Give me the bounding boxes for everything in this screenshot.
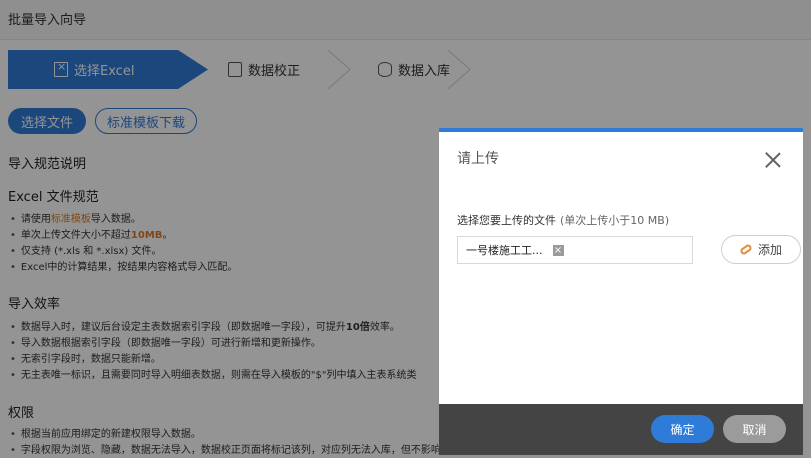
- confirm-button[interactable]: 确定: [651, 415, 714, 443]
- cancel-button[interactable]: 取消: [723, 415, 786, 443]
- add-file-button[interactable]: 添加: [721, 235, 801, 264]
- dialog-footer: 确定 取消: [439, 404, 803, 455]
- close-icon[interactable]: [763, 150, 783, 170]
- remove-file-icon[interactable]: ×: [552, 244, 564, 256]
- upload-label: 选择您要上传的文件 (单次上传小于10 MB): [457, 214, 670, 227]
- file-name: 一号楼施工工...: [466, 244, 543, 257]
- dialog-title: 请上传: [457, 151, 499, 167]
- paperclip-icon: [739, 243, 753, 256]
- upload-hint: (单次上传小于10 MB): [560, 214, 670, 227]
- file-field[interactable]: 一号楼施工工... ×: [457, 236, 693, 264]
- upload-dialog: 请上传 选择您要上传的文件 (单次上传小于10 MB) 一号楼施工工... × 添…: [439, 128, 803, 455]
